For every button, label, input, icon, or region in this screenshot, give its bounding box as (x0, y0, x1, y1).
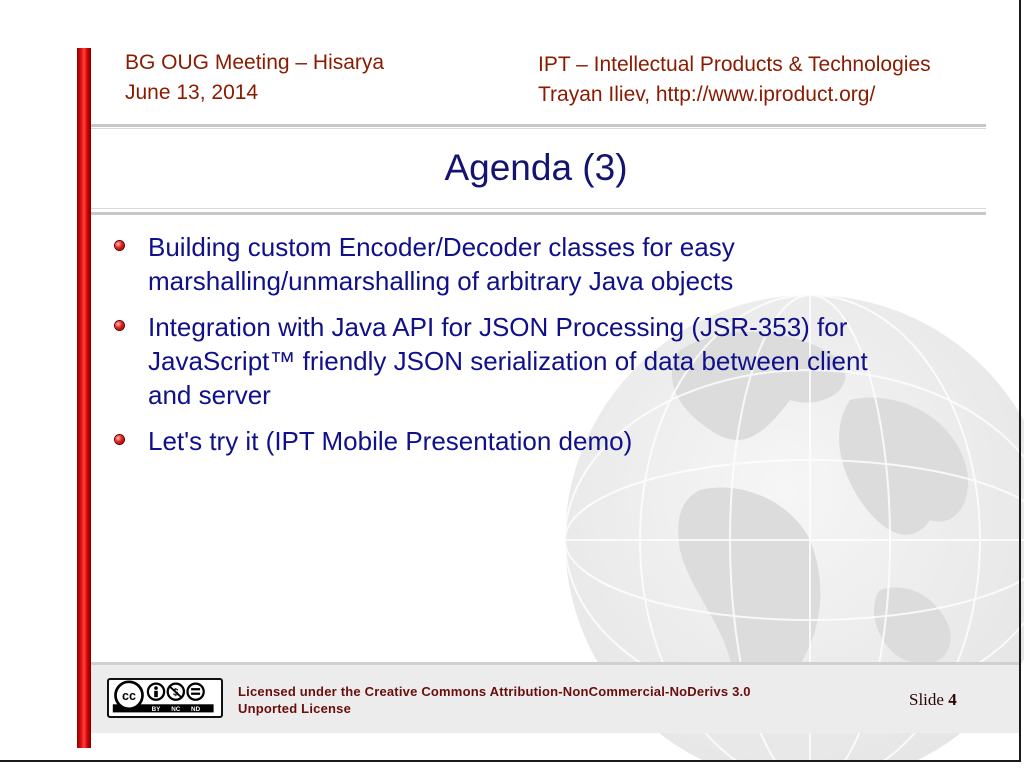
bullet-text: and server (148, 380, 271, 410)
bullet-text: Building custom Encoder/Decoder classes … (148, 232, 735, 262)
license-text[interactable]: Licensed under the Creative Commons Attr… (238, 683, 838, 717)
bullet-icon (115, 435, 124, 444)
author-url: Trayan Iliev, http://www.iproduct.org/ (538, 83, 876, 106)
by-text: BY (152, 706, 162, 713)
cc-text: cc (122, 689, 136, 703)
slide-border-right (1019, 0, 1021, 760)
slide-canvas: BG OUG Meeting – Hisarya June 13, 2014 I… (0, 0, 1024, 768)
bullet-text: Integration with Java API for JSON Proce… (148, 312, 848, 342)
license-line: Licensed under the Creative Commons Attr… (238, 684, 751, 699)
nd-text: ND (191, 706, 201, 713)
list-item: Let's try it (IPT Mobile Presentation de… (112, 424, 1012, 458)
bullet-text: Let's try it (IPT Mobile Presentation de… (148, 426, 633, 456)
header-divider (91, 124, 986, 127)
slide-border-bottom (0, 760, 1021, 762)
bullet-text: marshalling/unmarshalling of arbitrary J… (148, 266, 734, 296)
header-right: IPT – Intellectual Products & Technologi… (538, 50, 931, 110)
slide-label: Slide (909, 690, 944, 709)
list-item: Building custom Encoder/Decoder classes … (112, 230, 1012, 298)
header-divider-thin (91, 128, 986, 129)
title-divider-thin (91, 208, 986, 209)
license-line: Unported License (238, 701, 351, 716)
bullet-text: JavaScript™ friendly JSON serialization … (148, 346, 868, 376)
slide-title: Agenda (3) (444, 147, 628, 188)
accent-bar (77, 48, 91, 748)
title-divider (91, 212, 986, 215)
slide-number: Slide 4 (909, 690, 957, 710)
event-name: BG OUG Meeting – Hisarya (125, 51, 385, 74)
bullet-icon (115, 321, 124, 330)
list-item: Integration with Java API for JSON Proce… (112, 310, 1012, 412)
bullet-list: Building custom Encoder/Decoder classes … (112, 230, 1012, 470)
creative-commons-logo[interactable]: cc $ BY NC ND (107, 678, 223, 718)
bullet-icon (115, 241, 124, 250)
event-date: June 13, 2014 (125, 81, 259, 104)
slide-number-value: 4 (948, 690, 957, 709)
nc-text: NC (171, 706, 181, 713)
header-left: BG OUG Meeting – Hisarya June 13, 2014 (125, 48, 384, 108)
company-name: IPT – Intellectual Products & Technologi… (538, 53, 931, 76)
